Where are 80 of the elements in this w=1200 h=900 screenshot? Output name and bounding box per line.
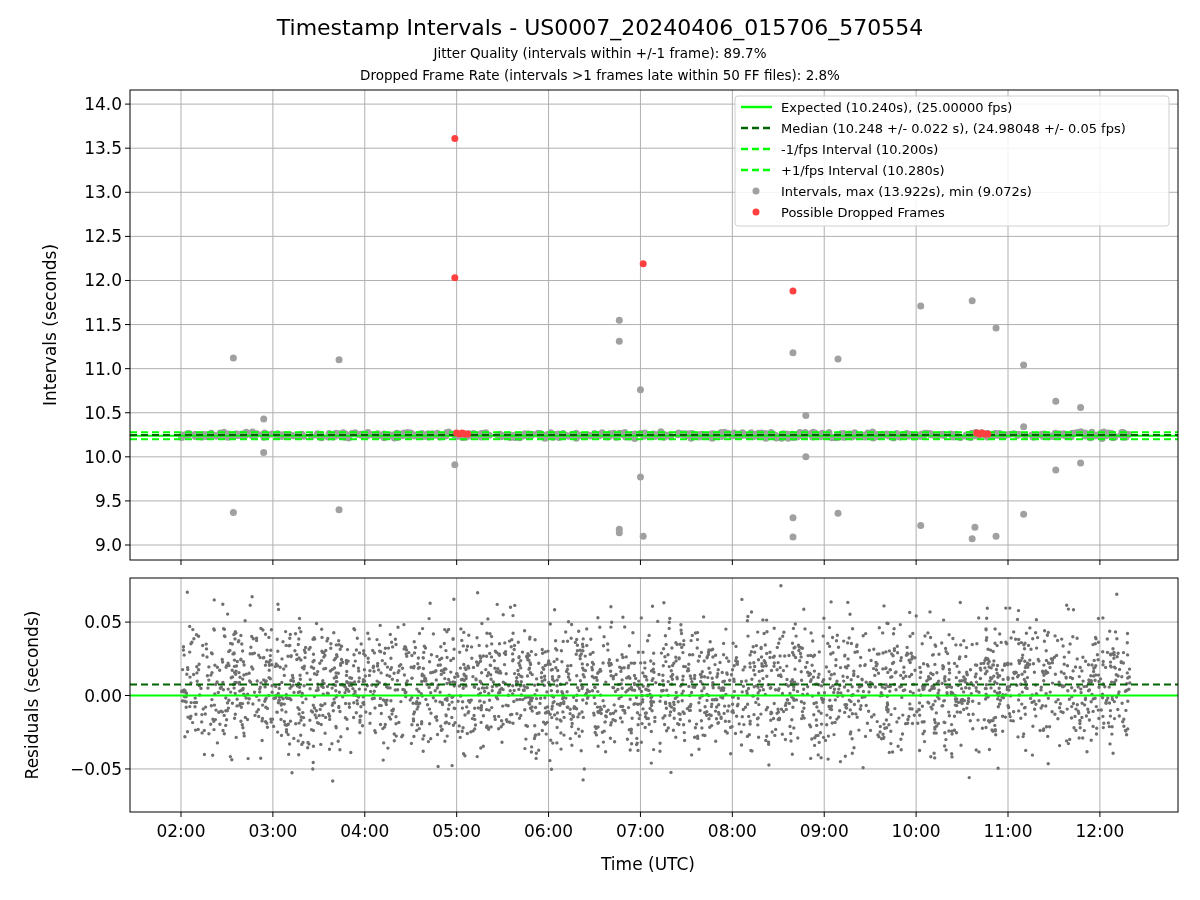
tick-label: 07:00: [615, 821, 665, 841]
point: [992, 532, 1000, 540]
point: [968, 297, 976, 305]
tick-label: 0.00: [84, 685, 122, 706]
point: [636, 473, 644, 481]
point: [834, 355, 842, 363]
legend-line-icon: [741, 147, 772, 151]
point: [1077, 459, 1085, 467]
point: [639, 532, 647, 540]
tick-label: 11:00: [983, 821, 1033, 841]
point: [639, 260, 647, 268]
point: [1077, 403, 1085, 411]
point: [1020, 510, 1028, 518]
point: [789, 514, 797, 522]
legend-marker-icon: [752, 208, 760, 216]
tick-label: 09:00: [799, 821, 849, 841]
legend-label: -1/fps Interval (10.200s): [781, 142, 939, 157]
chart-subtitle: Jitter Quality (intervals within +/-1 frame): 89.7%: [433, 44, 767, 63]
tick-label: 06:00: [524, 821, 574, 841]
tick-label: 13.0: [84, 182, 122, 203]
point: [451, 461, 459, 469]
tick-label: 12.0: [84, 270, 122, 291]
tick-label: 12.5: [84, 226, 122, 247]
point: [260, 448, 268, 456]
legend-label: Median (10.248 +/- 0.022 s), (24.98048 +/- 0.05 fps): [781, 121, 1126, 136]
legend-label: Intervals, max (13.922s), min (9.072s): [781, 184, 1032, 199]
chart-title: Timestamp Intervals - US0007_20240406_015706_570554: [276, 14, 924, 42]
point: [615, 337, 623, 345]
tick-label: 02:00: [156, 821, 206, 841]
legend-label: Expected (10.240s), (25.00000 fps): [781, 100, 1013, 115]
legend-line-icon: [741, 105, 772, 109]
point: [229, 354, 237, 362]
legend-marker-icon: [752, 187, 760, 195]
legend-line-icon: [741, 126, 772, 130]
tick-label: 9.0: [94, 535, 122, 555]
point: [229, 508, 237, 516]
point: [1020, 361, 1028, 369]
point: [260, 415, 268, 423]
legend-line-icon: [741, 168, 772, 172]
tick-label: 0.05: [84, 612, 122, 633]
point: [834, 509, 842, 517]
point: [335, 356, 343, 364]
point: [971, 523, 979, 531]
tick-label: 14.0: [84, 94, 122, 115]
legend-label: +1/fps Interval (10.280s): [781, 163, 945, 178]
tick-label: 13.5: [84, 138, 122, 159]
tick-label: 11.0: [84, 358, 122, 379]
point: [917, 302, 925, 310]
point: [789, 533, 797, 541]
point: [789, 349, 797, 357]
point: [802, 411, 810, 419]
tick-label: −0.05: [69, 758, 122, 779]
point: [917, 522, 925, 530]
tick-label: 10:00: [891, 821, 941, 841]
tick-label: 9.5: [94, 490, 122, 511]
tick-label: 10.5: [84, 402, 122, 423]
point: [1020, 423, 1028, 431]
tick-label: 08:00: [707, 821, 757, 841]
point: [451, 135, 459, 142]
point: [992, 324, 1000, 332]
axis-label: Time (UTC): [601, 854, 695, 874]
point: [1052, 466, 1060, 474]
tick-label: 11.5: [84, 314, 122, 335]
tick-label: 12:00: [1075, 821, 1125, 841]
tick-label: 05:00: [432, 821, 482, 841]
tick-label: 04:00: [340, 821, 390, 841]
point: [636, 386, 644, 394]
point: [802, 453, 810, 461]
point: [335, 506, 343, 514]
point: [615, 316, 623, 324]
tick-label: 10.0: [84, 446, 122, 467]
point: [451, 274, 459, 282]
point: [968, 535, 976, 543]
tick-label: 03:00: [248, 821, 298, 841]
axis-label: Intervals (seconds): [40, 243, 60, 407]
point: [789, 287, 797, 295]
point: [1052, 397, 1060, 405]
chart-subtitle: Dropped Frame Rate (intervals >1 frames late within 50 FF files): 2.8%: [360, 66, 840, 85]
legend-label: Possible Dropped Frames: [781, 205, 945, 220]
axis-label: Residuals (seconds): [22, 610, 42, 780]
